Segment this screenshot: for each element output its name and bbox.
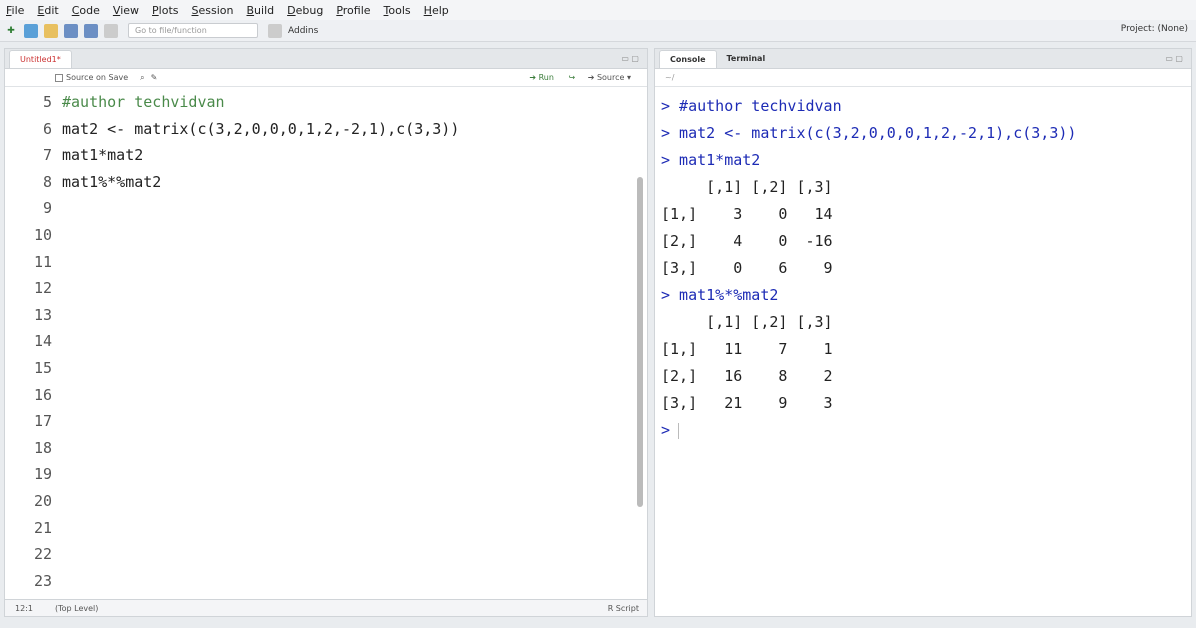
code-line: mat2 <- matrix(c(3,2,0,0,0,1,2,-2,1),c(3… bbox=[62, 119, 460, 138]
console-line: [3,] 0 6 9 bbox=[661, 259, 833, 277]
new-file-icon[interactable]: ✚ bbox=[4, 24, 18, 38]
console-line: [,1] [,2] [,3] bbox=[661, 313, 833, 331]
line-number: 10 bbox=[33, 225, 52, 244]
main-toolbar: ✚ Go to file/function Addins Project: (N… bbox=[0, 20, 1196, 42]
console-path: ~/ bbox=[655, 69, 1191, 87]
console-line: [2,] 16 8 2 bbox=[661, 367, 833, 385]
source-on-save-checkbox[interactable] bbox=[55, 73, 63, 82]
console-line: > #author techvidvan bbox=[661, 97, 842, 115]
line-number: 22 bbox=[33, 545, 52, 564]
scrollbar-thumb[interactable] bbox=[637, 177, 643, 507]
line-number: 16 bbox=[33, 385, 52, 404]
editor-scrollbar[interactable] bbox=[635, 89, 645, 599]
grid-icon[interactable] bbox=[268, 23, 282, 38]
line-number: 20 bbox=[33, 491, 52, 510]
project-menu[interactable]: Project: (None) bbox=[1121, 24, 1188, 34]
print-icon[interactable] bbox=[104, 23, 118, 38]
line-number: 15 bbox=[33, 358, 52, 377]
save-all-icon[interactable] bbox=[84, 23, 98, 38]
console-prompt[interactable]: > bbox=[661, 417, 1076, 444]
prompt-symbol: > bbox=[661, 421, 671, 439]
line-number: 13 bbox=[33, 305, 52, 324]
line-number: 19 bbox=[33, 465, 52, 484]
line-number: 18 bbox=[33, 438, 52, 457]
line-number: 8 bbox=[42, 172, 52, 191]
line-number: 9 bbox=[42, 199, 52, 218]
file-type-selector[interactable]: R Script bbox=[608, 604, 639, 613]
rerun-icon[interactable]: ↪ bbox=[568, 73, 575, 82]
source-pane: Untitled1* ▭ ▢ Source on Save ⌕ ✎ ➔ Run … bbox=[4, 48, 648, 617]
pane-maximize-icon[interactable]: ▭ ▢ bbox=[621, 54, 639, 63]
tab-console[interactable]: Console bbox=[659, 50, 717, 68]
console-tabstrip: Console Terminal ▭ ▢ bbox=[655, 49, 1191, 69]
console-pane: Console Terminal ▭ ▢ ~/ > #author techvi… bbox=[654, 48, 1192, 617]
editor-status-bar: 12:1 (Top Level) R Script bbox=[5, 599, 647, 616]
line-number: 17 bbox=[33, 412, 52, 431]
line-number: 6 bbox=[42, 119, 52, 138]
menu-code[interactable]: Code bbox=[72, 4, 100, 17]
console-line: [1,] 11 7 1 bbox=[661, 340, 833, 358]
console-line: [1,] 3 0 14 bbox=[661, 205, 833, 223]
line-number: 14 bbox=[33, 332, 52, 351]
line-number: 11 bbox=[33, 252, 52, 271]
save-icon[interactable] bbox=[64, 23, 78, 38]
menu-build[interactable]: Build bbox=[247, 4, 275, 17]
source-label: Source bbox=[596, 73, 625, 82]
tab-terminal[interactable]: Terminal bbox=[717, 50, 776, 68]
code-lines: #author techvidvan mat2 <- matrix(c(3,2,… bbox=[62, 89, 459, 195]
source-tabstrip: Untitled1* ▭ ▢ bbox=[5, 49, 647, 69]
menu-profile[interactable]: Profile bbox=[336, 4, 370, 17]
bottom-strip bbox=[0, 620, 1196, 628]
console-line: [,1] [,2] [,3] bbox=[661, 178, 833, 196]
code-editor[interactable]: 5 6 7 8 9 10 11 12 13 14 15 16 17 18 19 … bbox=[5, 89, 637, 599]
menu-session[interactable]: Session bbox=[192, 4, 234, 17]
source-on-save-label: Source on Save bbox=[66, 73, 129, 82]
line-number: 7 bbox=[42, 146, 52, 165]
text-cursor bbox=[678, 422, 680, 439]
pane-maximize-icon[interactable]: ▭ ▢ bbox=[1165, 54, 1183, 63]
menu-debug[interactable]: Debug bbox=[287, 4, 323, 17]
code-line: mat1%*%mat2 bbox=[62, 172, 162, 191]
run-controls: ➔ Run ↪ ➔ Source ▾ bbox=[529, 73, 631, 82]
scope-selector[interactable]: (Top Level) bbox=[55, 604, 98, 613]
menu-view[interactable]: View bbox=[113, 4, 139, 17]
menu-file[interactable]: File bbox=[6, 4, 24, 17]
open-file-icon[interactable] bbox=[44, 23, 58, 38]
console-line: [2,] 4 0 -16 bbox=[661, 232, 833, 250]
console-line: > mat1%*%mat2 bbox=[661, 286, 779, 304]
console-line: [3,] 21 9 3 bbox=[661, 394, 833, 412]
goto-file-input[interactable]: Go to file/function bbox=[128, 23, 258, 38]
code-line: #author techvidvan bbox=[62, 93, 225, 111]
line-number-gutter: 5 6 7 8 9 10 11 12 13 14 15 16 17 18 19 … bbox=[5, 89, 57, 594]
menu-edit[interactable]: Edit bbox=[37, 4, 58, 17]
console-output[interactable]: > #author techvidvan > mat2 <- matrix(c(… bbox=[661, 93, 1076, 444]
search-icon[interactable]: ⌕ bbox=[140, 73, 144, 83]
run-label: Run bbox=[538, 73, 554, 82]
line-number: 12 bbox=[33, 279, 52, 298]
addins-menu[interactable]: Addins bbox=[288, 26, 318, 36]
line-number: 5 bbox=[42, 93, 52, 111]
menu-plots[interactable]: Plots bbox=[152, 4, 178, 17]
menu-help[interactable]: Help bbox=[424, 4, 449, 17]
line-number: 23 bbox=[33, 571, 52, 590]
code-line: mat1*mat2 bbox=[62, 146, 144, 165]
new-project-icon[interactable] bbox=[24, 23, 38, 38]
menu-bar: File Edit Code View Plots Session Build … bbox=[0, 0, 1196, 20]
wand-icon[interactable]: ✎ bbox=[151, 73, 158, 82]
editor-toolbar: Source on Save ⌕ ✎ ➔ Run ↪ ➔ Source ▾ bbox=[5, 69, 647, 87]
source-button[interactable]: ➔ Source ▾ bbox=[588, 73, 631, 82]
tab-untitled1[interactable]: Untitled1* bbox=[9, 50, 72, 68]
cursor-position: 12:1 bbox=[15, 603, 33, 613]
line-number: 21 bbox=[33, 518, 52, 537]
menu-tools[interactable]: Tools bbox=[384, 4, 411, 17]
console-line: > mat2 <- matrix(c(3,2,0,0,0,1,2,-2,1),c… bbox=[661, 124, 1077, 142]
console-line: > mat1*mat2 bbox=[661, 151, 761, 169]
run-button[interactable]: ➔ Run bbox=[529, 73, 554, 82]
